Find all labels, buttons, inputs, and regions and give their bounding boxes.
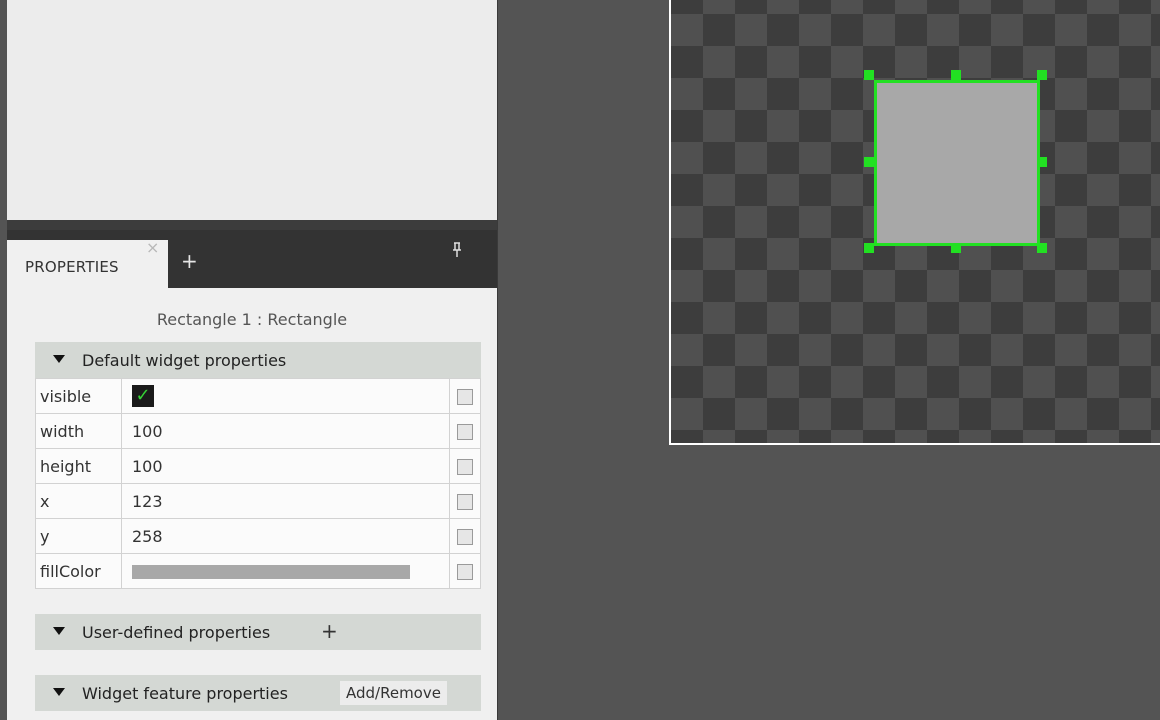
rectangle-widget[interactable] xyxy=(874,80,1040,246)
property-value[interactable]: 258 xyxy=(121,518,450,554)
expand-arrow-icon xyxy=(53,627,65,635)
expand-arrow-icon xyxy=(53,355,65,363)
section-label: User-defined properties xyxy=(82,623,271,642)
expose-checkbox[interactable] xyxy=(457,459,473,475)
property-name: y xyxy=(35,518,122,554)
tab-properties[interactable]: PROPERTIES × xyxy=(7,238,168,288)
section-label: Widget feature properties xyxy=(82,684,288,703)
section-label: Default widget properties xyxy=(82,351,287,370)
checkmark-icon[interactable]: ✓ xyxy=(132,385,154,407)
section-user-defined-props[interactable]: User-defined properties + xyxy=(35,614,481,650)
property-value[interactable]: 100 xyxy=(121,448,450,484)
property-value[interactable]: 100 xyxy=(121,413,450,449)
expand-arrow-icon xyxy=(53,688,65,696)
property-table: visible ✓ width 100 height 100 x 123 y 258 fillCol… xyxy=(35,378,481,589)
tab-properties-label: PROPERTIES xyxy=(25,258,119,276)
property-row-height: height 100 xyxy=(35,448,481,484)
resize-handle-n[interactable] xyxy=(951,70,961,80)
close-icon[interactable]: × xyxy=(146,238,159,258)
property-name: width xyxy=(35,413,122,449)
artboard[interactable] xyxy=(669,0,1160,445)
section-default-props[interactable]: Default widget properties xyxy=(35,342,481,378)
color-bar[interactable] xyxy=(132,565,410,579)
expose-checkbox-cell xyxy=(449,553,481,589)
expose-checkbox-cell xyxy=(449,518,481,554)
expose-checkbox[interactable] xyxy=(457,424,473,440)
dock-edge xyxy=(0,0,7,720)
dock-divider[interactable] xyxy=(7,220,497,230)
section-widget-feature-props[interactable]: Widget feature properties Add/Remove xyxy=(35,675,481,711)
expose-checkbox-cell xyxy=(449,483,481,519)
property-name: x xyxy=(35,483,122,519)
property-row-fillColor: fillColor xyxy=(35,553,481,589)
expose-checkbox-cell xyxy=(449,413,481,449)
resize-handle-ne[interactable] xyxy=(1037,70,1047,80)
property-row-y: y 258 xyxy=(35,518,481,554)
property-row-visible: visible ✓ xyxy=(35,378,481,414)
selection-title: Rectangle 1 : Rectangle xyxy=(156,310,348,329)
add-property-icon[interactable]: + xyxy=(321,619,338,643)
visible-checkbox-cell[interactable]: ✓ xyxy=(121,378,450,414)
expose-checkbox[interactable] xyxy=(457,494,473,510)
expose-checkbox[interactable] xyxy=(457,564,473,580)
add-remove-button[interactable]: Add/Remove xyxy=(340,681,447,705)
property-row-x: x 123 xyxy=(35,483,481,519)
resize-handle-sw[interactable] xyxy=(864,243,874,253)
expose-checkbox-cell xyxy=(449,378,481,414)
left-dock: PROPERTIES × + Rectangle 1 : Rectangle D… xyxy=(0,0,498,720)
property-row-width: width 100 xyxy=(35,413,481,449)
properties-tabbar: PROPERTIES × + xyxy=(7,230,497,288)
property-name: visible xyxy=(35,378,122,414)
resize-handle-se[interactable] xyxy=(1037,243,1047,253)
resize-handle-nw[interactable] xyxy=(864,70,874,80)
expose-checkbox-cell xyxy=(449,448,481,484)
resize-handle-s[interactable] xyxy=(951,243,961,253)
expose-checkbox[interactable] xyxy=(457,389,473,405)
resize-handle-e[interactable] xyxy=(1037,157,1047,167)
design-canvas[interactable] xyxy=(498,0,1160,720)
add-tab-icon[interactable]: + xyxy=(181,251,198,271)
upper-panel xyxy=(7,0,497,220)
property-value[interactable]: 123 xyxy=(121,483,450,519)
expose-checkbox[interactable] xyxy=(457,529,473,545)
property-name: fillColor xyxy=(35,553,122,589)
pin-icon[interactable] xyxy=(451,242,463,262)
property-name: height xyxy=(35,448,122,484)
resize-handle-w[interactable] xyxy=(864,157,874,167)
fill-color-swatch[interactable] xyxy=(121,553,450,589)
properties-panel: Rectangle 1 : Rectangle Default widget p… xyxy=(7,288,497,720)
